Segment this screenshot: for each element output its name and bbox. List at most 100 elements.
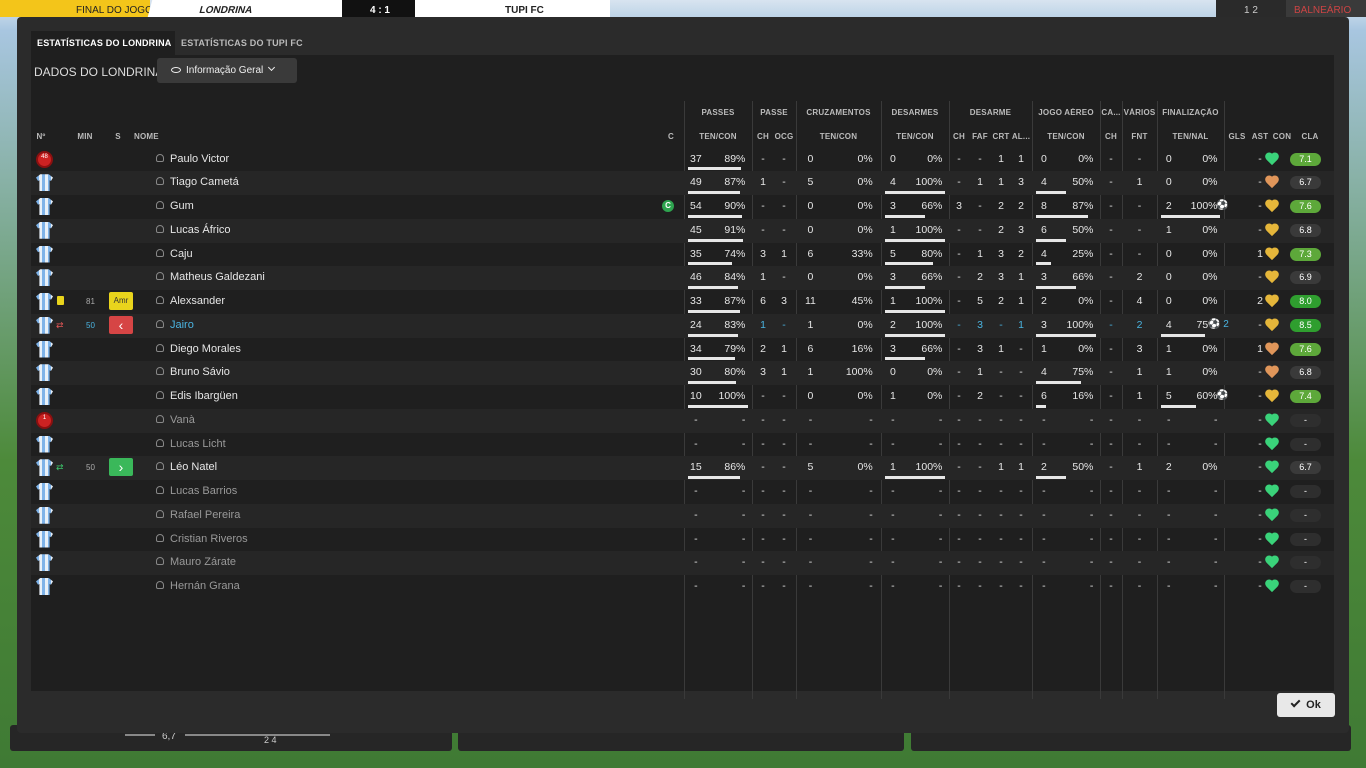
player-name[interactable]: Gum bbox=[156, 200, 194, 212]
player-row[interactable]: Bruno Sávio 30 80% 3 1 1 100% 0 0% -1- -4 75% -1 1 0% -… bbox=[31, 361, 1334, 385]
column-header-c[interactable]: C bbox=[665, 132, 677, 144]
player-name-text: Rafael Pereira bbox=[170, 508, 241, 521]
column-header-gls[interactable]: GLS bbox=[1224, 132, 1250, 144]
ratio-bar bbox=[1036, 333, 1096, 337]
player-name[interactable]: Léo Natel bbox=[156, 461, 217, 473]
player-row[interactable]: 1 Vanà - - - - - - - - - - - - - - - - - - - - bbox=[31, 408, 1334, 433]
cell-players.5.shot.0: 0 bbox=[1165, 271, 1172, 284]
player-name[interactable]: Diego Morales bbox=[156, 343, 241, 355]
player-row[interactable]: ⇄ 50 › Léo Natel 15 86% - -5 0% 1 100% - -1 1 2 50% -1 2 0… bbox=[31, 456, 1334, 480]
cell-players.16.cross.1: - bbox=[869, 532, 873, 545]
column-header-s[interactable]: S bbox=[109, 132, 127, 144]
ok-button[interactable]: Ok bbox=[1277, 693, 1335, 717]
yellow-card-icon bbox=[57, 296, 64, 305]
player-name[interactable]: Cristian Riveros bbox=[156, 533, 248, 545]
column-header-cross[interactable]: TEN/CON bbox=[796, 132, 881, 144]
cell-players.13.cross.1: 0% bbox=[857, 461, 873, 474]
cell-players.5.pass.1: 84% bbox=[724, 271, 746, 284]
ratio-bar bbox=[885, 191, 945, 194]
player-row[interactable]: Gum C 54 90% - -0 0% 3 66% 3-2 2 8 87% - -2 100% ⚽ -7.6 bbox=[31, 195, 1334, 219]
player-name[interactable]: Lucas Áfrico bbox=[156, 224, 231, 236]
column-header-fnt[interactable]: FNT bbox=[1122, 132, 1157, 144]
person-icon bbox=[156, 462, 164, 471]
cell-players.8.faf: 3 bbox=[977, 342, 983, 355]
player-name[interactable]: Alexsander bbox=[156, 295, 225, 307]
column-header-con[interactable]: CON bbox=[1270, 132, 1294, 144]
player-row[interactable]: ⇄ 50 ‹ Jairo 24 83% 1-1 0% 2 100% -3-1 3 100% -2 4 75% ⚽… bbox=[31, 313, 1334, 338]
column-header-tackles[interactable]: TEN/CON bbox=[881, 132, 949, 144]
player-row[interactable]: Lucas Barrios - - - - - - - - - - - - - - - - - - - - bbox=[31, 480, 1334, 504]
player-name[interactable]: Caju bbox=[156, 248, 193, 260]
player-row[interactable]: Mauro Zárate - - - - - - - - - - - - - - - - - - - - bbox=[31, 551, 1334, 575]
cell-players.18.pocg: - bbox=[782, 580, 786, 592]
player-name[interactable]: Lucas Barrios bbox=[156, 485, 237, 497]
player-row[interactable]: Caju 35 74% 3 1 6 33% 5 80% -1 3 2 4 25% - -0 0% 1 7.3 bbox=[31, 243, 1334, 267]
column-header-ast[interactable]: AST bbox=[1250, 132, 1270, 144]
column-header-cach[interactable]: CH bbox=[1100, 132, 1122, 144]
column-header-min[interactable]: MIN bbox=[71, 132, 99, 144]
cell-players.4.shot.0: 0 bbox=[1165, 247, 1172, 260]
player-row[interactable]: 81 Amr Alexsander 33 87% 6 3 11 45% 1 100% - 5 2 1 2 0% -… bbox=[31, 290, 1334, 314]
player-row[interactable]: Cristian Riveros - - - - - - - - - - - - - - - - - - - - bbox=[31, 528, 1334, 552]
player-row[interactable]: Edis Ibargüen 10 100% - - 0 0% 1 0% - 2 - - 6 16% - 1 5 60… bbox=[31, 385, 1334, 409]
column-header-num[interactable]: Nº bbox=[31, 132, 51, 144]
player-row[interactable]: Lucas Áfrico 45 91% - - 0 0% 1 100% - - 2 3 6 50% - - 1 0%… bbox=[31, 218, 1334, 243]
rating-badge: 6.7 bbox=[1290, 461, 1321, 475]
player-row[interactable]: 48 Paulo Victor 37 89% - -0 0% 0 0% - -1 1 0 0% - -0 0% -… bbox=[31, 148, 1334, 172]
player-row[interactable]: Matheus Galdezani 46 84% 1 - 0 0% 3 66% - 2 3 1 3 66% -… bbox=[31, 266, 1334, 290]
player-name-text: Alexsander bbox=[170, 295, 226, 307]
player-name[interactable]: Vanà bbox=[156, 414, 195, 426]
dressing-room-button[interactable]: BALNEÁRIO bbox=[1286, 0, 1366, 17]
cell-players.1.pass.0: 49 bbox=[690, 176, 702, 189]
cell-players.4.tack.0: 5 bbox=[889, 247, 896, 260]
player-name[interactable]: Edis Ibargüen bbox=[156, 390, 238, 402]
player-name[interactable]: Jairo bbox=[156, 319, 194, 331]
cell-players.18.faf: - bbox=[978, 580, 982, 592]
cell-players.6.tack.1: 100% bbox=[915, 295, 943, 307]
cell-players.2.shot.0: 2 bbox=[1165, 200, 1172, 212]
minute-value: 50 bbox=[86, 320, 95, 330]
cell-players.7.tack.0: 2 bbox=[889, 318, 896, 331]
player-name[interactable]: Rafael Pereira bbox=[156, 509, 240, 521]
cell-players.17.shot.0: - bbox=[1167, 556, 1171, 569]
player-row[interactable]: Rafael Pereira - - - - - - - - - - - - - - - - - - - - bbox=[31, 503, 1334, 528]
cell-players.8.air.0: 1 bbox=[1040, 342, 1047, 355]
cell-players.7.tack.1: 100% bbox=[915, 318, 943, 331]
cell-players.10.pass.1: 100% bbox=[718, 390, 746, 402]
column-header-pocg[interactable]: OCG bbox=[773, 132, 795, 144]
column-header-dch[interactable]: CH bbox=[949, 132, 969, 144]
cell-players.13.tack.1: 100% bbox=[915, 461, 943, 474]
column-header-air[interactable]: TEN/CON bbox=[1032, 132, 1100, 144]
player-row[interactable]: Tiago Cametá 49 87% 1-5 0% 4 100% -1 1 3 4 50% -1 0 0%… bbox=[31, 171, 1334, 195]
cell-players.0.air.1: 0% bbox=[1078, 152, 1094, 165]
column-header-shots[interactable]: TEN/NAL bbox=[1157, 132, 1224, 144]
player-row[interactable]: Lucas Licht - - - - - - - - - - - - - - - - - - - - bbox=[31, 433, 1334, 457]
column-header-pch[interactable]: CH bbox=[753, 132, 773, 144]
column-header-faf[interactable]: FAF bbox=[969, 132, 991, 144]
match-controls[interactable]: 1 2 bbox=[1216, 0, 1286, 17]
column-header-cla[interactable]: CLA bbox=[1294, 132, 1326, 144]
column-header-al[interactable]: AL... bbox=[1010, 132, 1032, 144]
player-name[interactable]: Hernán Grana bbox=[156, 580, 240, 592]
player-row[interactable]: Diego Morales 34 79% 2 1 6 16% 3 66% - 3 1 - 1 0% - 3 1 0%… bbox=[31, 338, 1334, 362]
player-name-text: Diego Morales bbox=[170, 342, 241, 355]
rating-badge: 7.6 bbox=[1290, 342, 1321, 356]
player-name[interactable]: Tiago Cametá bbox=[156, 176, 239, 188]
player-name[interactable]: Matheus Galdezani bbox=[156, 271, 265, 283]
player-name[interactable]: Paulo Victor bbox=[156, 153, 229, 165]
person-icon bbox=[156, 177, 164, 186]
cell-players.6.pass.1: 87% bbox=[724, 295, 746, 307]
sub-on-badge: › bbox=[109, 458, 133, 477]
player-name[interactable]: Mauro Zárate bbox=[156, 556, 236, 568]
player-name[interactable]: Lucas Licht bbox=[156, 438, 226, 450]
view-selector[interactable]: Informação Geral bbox=[157, 58, 297, 83]
player-row[interactable]: Hernán Grana - - - - - - - - - - - - - - - - - - - - bbox=[31, 575, 1334, 599]
column-header-crt[interactable]: CRT bbox=[991, 132, 1011, 144]
column-header-passes[interactable]: TEN/CON bbox=[684, 132, 752, 144]
tab-londrina-stats[interactable]: ESTATÍSTICAS DO LONDRINA bbox=[31, 31, 175, 55]
tab-tupi-stats[interactable]: ESTATÍSTICAS DO TUPI FC bbox=[175, 31, 309, 55]
cell-players.15.shot.0: - bbox=[1167, 508, 1171, 521]
column-header-name[interactable]: NOME bbox=[134, 132, 194, 144]
cell-players.5.cross.0: 0 bbox=[807, 271, 814, 284]
player-name[interactable]: Bruno Sávio bbox=[156, 366, 230, 378]
